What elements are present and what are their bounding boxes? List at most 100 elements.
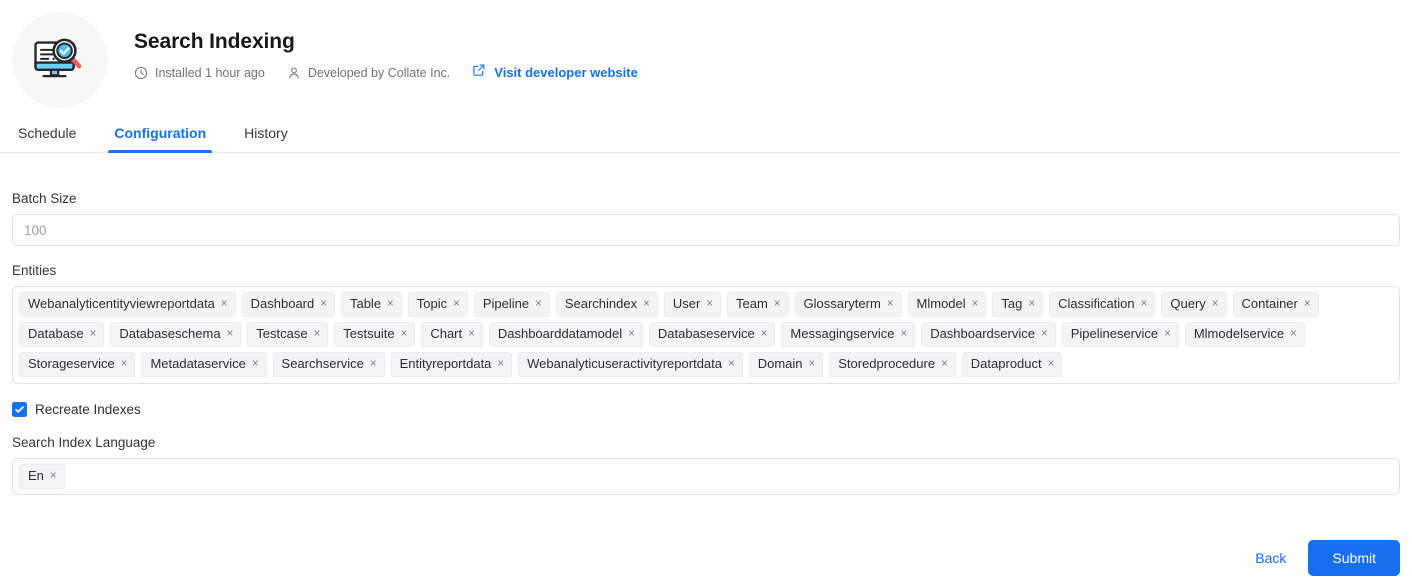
entity-tag[interactable]: Testsuite × (334, 322, 416, 347)
entity-tag-label: Searchservice (281, 356, 364, 371)
tab-history[interactable]: History (238, 124, 294, 152)
entity-tag-remove-icon[interactable]: × (761, 328, 768, 341)
app-page: Search Indexing Installed 1 hour ago Dev… (0, 0, 1412, 586)
entity-tag-remove-icon[interactable]: × (1048, 358, 1055, 371)
entity-tag[interactable]: Entityreportdata × (390, 352, 513, 377)
visit-developer-website-label: Visit developer website (494, 65, 638, 81)
entity-tag-remove-icon[interactable]: × (900, 328, 907, 341)
visit-developer-website-link[interactable]: Visit developer website (472, 63, 638, 82)
entity-tag[interactable]: Pipelineservice × (1061, 322, 1179, 347)
entity-tag-label: Table (349, 296, 382, 311)
entity-tag-remove-icon[interactable]: × (887, 298, 894, 311)
entity-tag-remove-icon[interactable]: × (809, 358, 816, 371)
entity-tag[interactable]: Classification × (1049, 292, 1156, 317)
entity-tag[interactable]: Query × (1161, 292, 1227, 317)
entity-tag-label: Container (1241, 296, 1298, 311)
entity-tag-remove-icon[interactable]: × (121, 358, 128, 371)
entity-tag[interactable]: User × (663, 292, 721, 317)
entity-tag[interactable]: Searchindex × (555, 292, 658, 317)
external-link-icon (472, 63, 486, 82)
entity-tag-remove-icon[interactable]: × (1141, 298, 1148, 311)
entity-tag-remove-icon[interactable]: × (453, 298, 460, 311)
entity-tag-remove-icon[interactable]: × (227, 328, 234, 341)
entity-tag[interactable]: Testcase × (247, 322, 329, 347)
recreate-indexes-checkbox[interactable] (12, 402, 27, 417)
installed-text: Installed 1 hour ago (155, 65, 265, 80)
entity-tag[interactable]: Chart × (421, 322, 483, 347)
entity-tag-remove-icon[interactable]: × (628, 328, 635, 341)
entities-tag-input[interactable]: Webanalyticentityviewreportdata × Dashboar… (12, 286, 1400, 384)
entity-tag[interactable]: Storageservice × (19, 352, 136, 377)
entity-tag-remove-icon[interactable]: × (468, 328, 475, 341)
entity-tag-remove-icon[interactable]: × (1304, 298, 1311, 311)
batch-size-input[interactable] (12, 214, 1400, 246)
entity-tag[interactable]: Container × (1232, 292, 1319, 317)
entity-tag-remove-icon[interactable]: × (643, 298, 650, 311)
entity-tag-remove-icon[interactable]: × (535, 298, 542, 311)
entity-tag-label: Chart (430, 326, 463, 341)
entity-tag-remove-icon[interactable]: × (401, 328, 408, 341)
entity-tag-remove-icon[interactable]: × (50, 470, 57, 483)
entity-tag[interactable]: Mlmodelservice × (1184, 322, 1305, 347)
entity-tag[interactable]: Dashboard × (241, 292, 335, 317)
entity-tag-label: Webanalyticentityviewreportdata (28, 296, 215, 311)
entity-tag[interactable]: Table × (340, 292, 402, 317)
entity-tag[interactable]: Database × (19, 322, 105, 347)
entity-tag[interactable]: Webanalyticuseractivityreportdata × (518, 352, 743, 377)
entity-tag[interactable]: Dashboarddatamodel × (488, 322, 643, 347)
entity-tag-label: Webanalyticuseractivityreportdata (527, 356, 722, 371)
entity-tag[interactable]: Mlmodel × (907, 292, 987, 317)
entity-tag-label: Testsuite (343, 326, 395, 341)
entity-tag[interactable]: Dashboardservice × (921, 322, 1056, 347)
entity-tag-remove-icon[interactable]: × (972, 298, 979, 311)
entities-label: Entities (12, 263, 57, 278)
entity-tag-remove-icon[interactable]: × (314, 328, 321, 341)
search-index-language-tag-input[interactable]: En × (12, 458, 1400, 495)
entity-tag-remove-icon[interactable]: × (320, 298, 327, 311)
entity-tag[interactable]: En × (19, 464, 65, 489)
entity-tag[interactable]: Searchservice × (272, 352, 385, 377)
entity-tag[interactable]: Team × (727, 292, 789, 317)
entity-tag-remove-icon[interactable]: × (497, 358, 504, 371)
entity-tag[interactable]: Webanalyticentityviewreportdata × (19, 292, 236, 317)
entity-tag-remove-icon[interactable]: × (1028, 298, 1035, 311)
entity-tag-remove-icon[interactable]: × (370, 358, 377, 371)
entity-tag-label: Database (28, 326, 84, 341)
entity-tag-remove-icon[interactable]: × (728, 358, 735, 371)
entity-tag-remove-icon[interactable]: × (1212, 298, 1219, 311)
entity-tag[interactable]: Databaseschema × (110, 322, 242, 347)
entity-tag[interactable]: Databaseservice × (648, 322, 776, 347)
entity-tag-label: Storedprocedure (838, 356, 936, 371)
entity-tag-remove-icon[interactable]: × (1290, 328, 1297, 341)
entity-tag-remove-icon[interactable]: × (252, 358, 259, 371)
entity-tag-remove-icon[interactable]: × (1164, 328, 1171, 341)
user-icon (287, 66, 301, 80)
entity-tag-remove-icon[interactable]: × (221, 298, 228, 311)
tab-bar: Schedule Configuration History (0, 124, 1412, 153)
entity-tag-remove-icon[interactable]: × (1041, 328, 1048, 341)
recreate-indexes-label: Recreate Indexes (35, 402, 141, 417)
entity-tag[interactable]: Tag × (992, 292, 1044, 317)
entity-tag[interactable]: Topic × (407, 292, 468, 317)
entity-tag-label: Dashboarddatamodel (497, 326, 623, 341)
tab-schedule[interactable]: Schedule (12, 124, 82, 152)
entity-tag-label: Pipeline (482, 296, 530, 311)
tab-configuration[interactable]: Configuration (108, 124, 212, 153)
entity-tag-label: Topic (416, 296, 448, 311)
entity-tag-remove-icon[interactable]: × (706, 298, 713, 311)
entity-tag[interactable]: Storedprocedure × (829, 352, 956, 377)
entity-tag-remove-icon[interactable]: × (774, 298, 781, 311)
entity-tag[interactable]: Dataproduct × (961, 352, 1063, 377)
entity-tag[interactable]: Domain × (748, 352, 824, 377)
back-button[interactable]: Back (1251, 544, 1290, 572)
entity-tag[interactable]: Metadataservice × (141, 352, 267, 377)
developer-meta: Developed by Collate Inc. (287, 66, 450, 80)
entity-tag[interactable]: Pipeline × (473, 292, 550, 317)
entity-tag[interactable]: Glossaryterm × (794, 292, 902, 317)
entity-tag-remove-icon[interactable]: × (941, 358, 948, 371)
entity-tag-label: Databaseservice (657, 326, 755, 341)
entity-tag-remove-icon[interactable]: × (387, 298, 394, 311)
entity-tag-remove-icon[interactable]: × (90, 328, 97, 341)
submit-button[interactable]: Submit (1308, 540, 1400, 576)
entity-tag[interactable]: Messagingservice × (781, 322, 916, 347)
